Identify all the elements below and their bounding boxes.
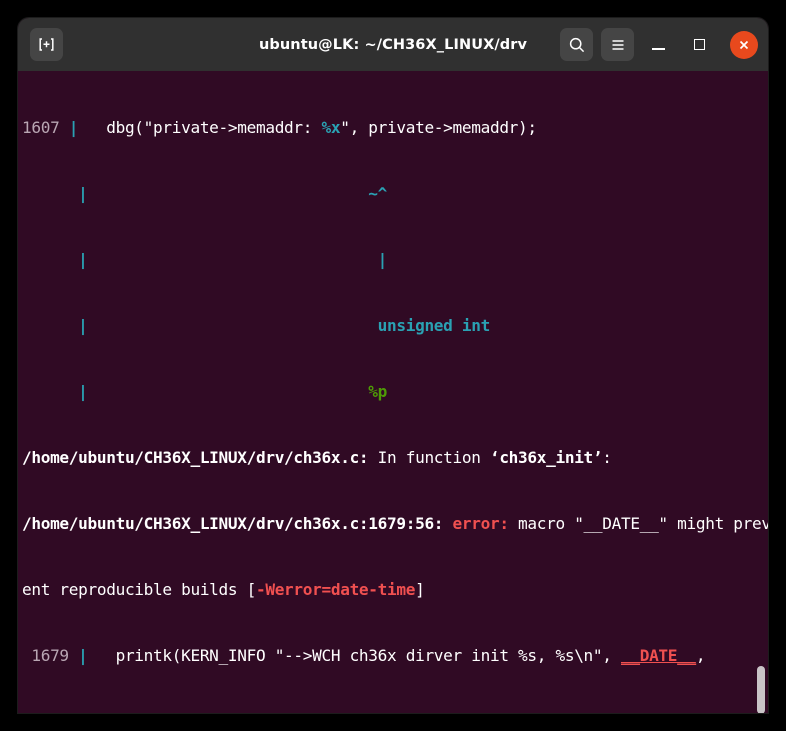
output-line: | ^~~~~~~~	[18, 711, 768, 713]
search-button[interactable]	[560, 28, 593, 61]
output-line: ent reproducible builds [-Werror=date-ti…	[22, 580, 425, 599]
output-line: /home/ubuntu/CH36X_LINUX/drv/ch36x.c: In…	[22, 448, 612, 467]
output-line: /home/ubuntu/CH36X_LINUX/drv/ch36x.c:167…	[22, 514, 768, 533]
new-tab-icon	[39, 38, 54, 51]
maximize-icon	[694, 39, 705, 50]
output-line: | ~^	[22, 184, 388, 203]
maximize-button[interactable]	[683, 28, 716, 61]
output-line: 1607 | dbg("private->memaddr: %x", priva…	[22, 118, 537, 137]
minimize-icon	[652, 48, 665, 50]
terminal-output: 1607 | dbg("private->memaddr: %x", priva…	[18, 73, 768, 713]
output-line: | |	[22, 250, 388, 269]
output-line: | unsigned int	[22, 316, 490, 335]
titlebar: ubuntu@LK: ~/CH36X_LINUX/drv	[18, 18, 768, 71]
hamburger-menu-icon	[612, 39, 623, 50]
output-line: | %p	[22, 382, 388, 401]
output-line: 1679 | printk(KERN_INFO "-->WCH ch36x di…	[22, 646, 706, 665]
close-icon	[739, 40, 749, 49]
menu-button[interactable]	[601, 28, 634, 61]
terminal-body[interactable]: 1607 | dbg("private->memaddr: %x", priva…	[18, 71, 768, 713]
close-button[interactable]	[730, 30, 758, 59]
search-icon	[569, 37, 584, 52]
scrollbar[interactable]	[754, 71, 768, 713]
window-controls	[560, 28, 758, 61]
scrollbar-thumb[interactable]	[757, 666, 765, 713]
new-tab-button[interactable]	[30, 28, 63, 61]
minimize-button[interactable]	[642, 28, 675, 61]
terminal-window: ubuntu@LK: ~/CH36X_LINUX/drv 1607 | dbg(…	[18, 18, 768, 713]
